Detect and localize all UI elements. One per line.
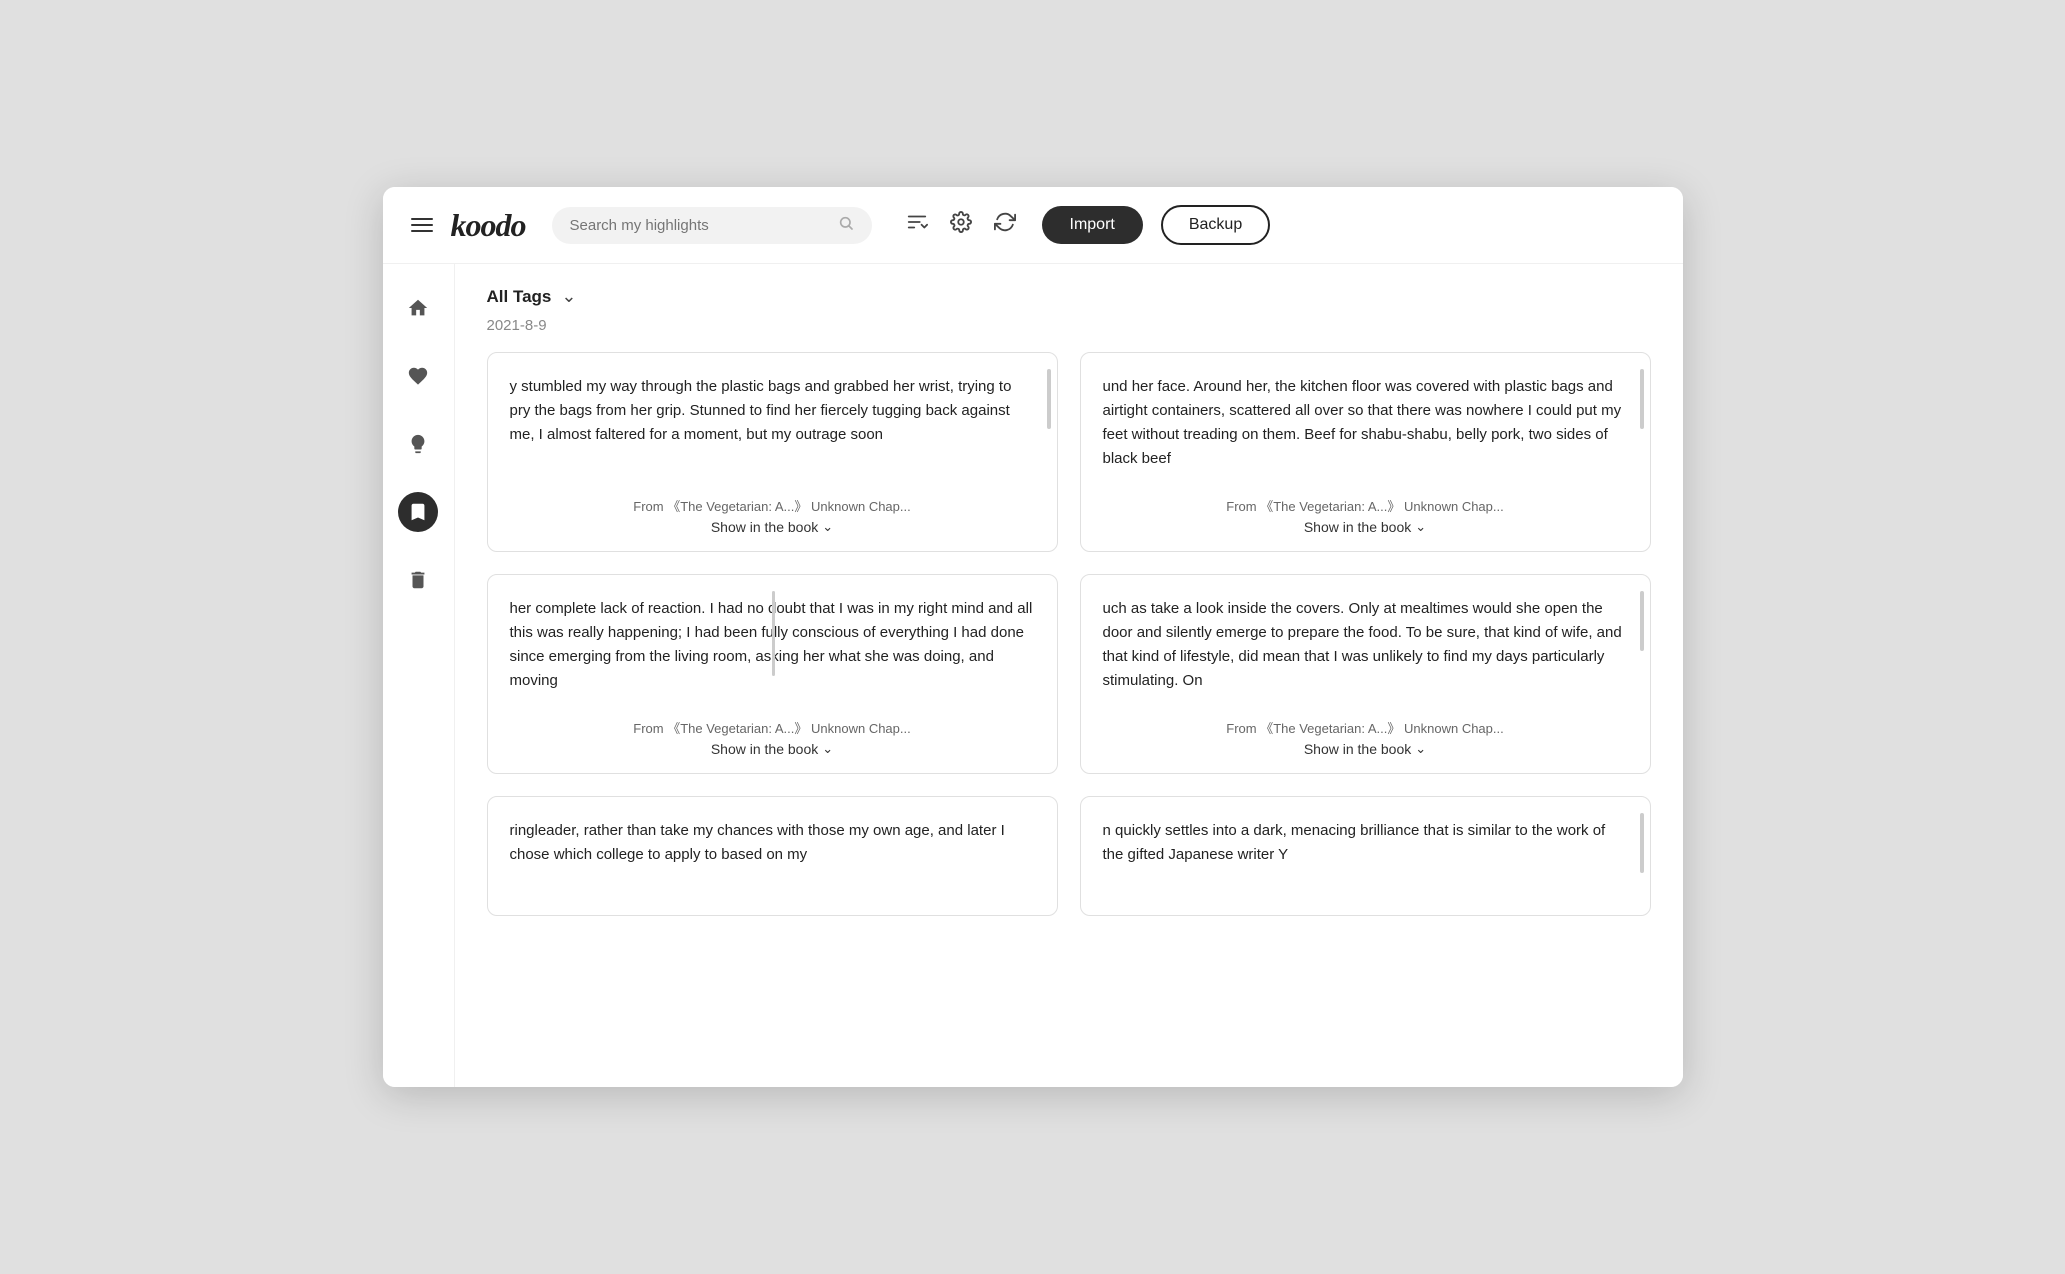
header-icons xyxy=(906,211,1016,239)
app-window: koodo xyxy=(383,187,1683,1087)
card-text-2: und her face. Around her, the kitchen fl… xyxy=(1103,375,1628,482)
card-scrollbar-1 xyxy=(1047,369,1051,429)
card-text-4: uch as take a look inside the covers. On… xyxy=(1103,597,1628,704)
card-scrollbar-6 xyxy=(1640,813,1644,873)
sidebar-item-home[interactable] xyxy=(398,288,438,328)
backup-button[interactable]: Backup xyxy=(1161,205,1270,245)
card-footer-3: From 《The Vegetarian: A...》 Unknown Chap… xyxy=(510,718,1035,757)
card-scrollbar-2 xyxy=(1640,369,1644,429)
sidebar xyxy=(383,264,455,1087)
show-chevron-4: ⌄ xyxy=(1415,741,1426,757)
card-source-2: From 《The Vegetarian: A...》 Unknown Chap… xyxy=(1103,496,1628,515)
card-scrollbar-4 xyxy=(1640,591,1644,651)
header: koodo xyxy=(383,187,1683,264)
highlight-card-4: uch as take a look inside the covers. On… xyxy=(1080,574,1651,774)
card-text-5: ringleader, rather than take my chances … xyxy=(510,819,1035,899)
content-area: All Tags ⌄ 2021-8-9 y stumbled my way th… xyxy=(455,264,1683,1087)
search-bar[interactable] xyxy=(552,207,872,244)
logo: koodo xyxy=(451,207,526,244)
menu-icon[interactable] xyxy=(411,218,433,232)
refresh-icon[interactable] xyxy=(994,211,1016,239)
show-chevron-1: ⌄ xyxy=(822,519,833,535)
highlight-card-3: her complete lack of reaction. I had no … xyxy=(487,574,1058,774)
card-text-1: y stumbled my way through the plastic ba… xyxy=(510,375,1035,482)
main-layout: All Tags ⌄ 2021-8-9 y stumbled my way th… xyxy=(383,264,1683,1087)
cards-grid: y stumbled my way through the plastic ba… xyxy=(487,352,1651,916)
sidebar-item-bookmarks[interactable] xyxy=(398,492,438,532)
card-source-1: From 《The Vegetarian: A...》 Unknown Chap… xyxy=(510,496,1035,515)
sidebar-item-ideas[interactable] xyxy=(398,424,438,464)
sort-icon[interactable] xyxy=(906,211,928,239)
tags-label: All Tags xyxy=(487,287,552,307)
show-in-book-4[interactable]: Show in the book ⌄ xyxy=(1103,741,1628,757)
card-source-3: From 《The Vegetarian: A...》 Unknown Chap… xyxy=(510,718,1035,737)
show-in-book-1[interactable]: Show in the book ⌄ xyxy=(510,519,1035,535)
tags-bar: All Tags ⌄ xyxy=(487,286,1651,307)
highlight-card-1: y stumbled my way through the plastic ba… xyxy=(487,352,1058,552)
card-footer-1: From 《The Vegetarian: A...》 Unknown Chap… xyxy=(510,496,1035,535)
card-divider-3 xyxy=(772,591,775,676)
search-icon xyxy=(838,215,854,236)
show-chevron-2: ⌄ xyxy=(1415,519,1426,535)
card-source-4: From 《The Vegetarian: A...》 Unknown Chap… xyxy=(1103,718,1628,737)
show-in-book-3[interactable]: Show in the book ⌄ xyxy=(510,741,1035,757)
card-text-6: n quickly settles into a dark, menacing … xyxy=(1103,819,1628,899)
card-footer-4: From 《The Vegetarian: A...》 Unknown Chap… xyxy=(1103,718,1628,757)
show-in-book-2[interactable]: Show in the book ⌄ xyxy=(1103,519,1628,535)
highlight-card-6: n quickly settles into a dark, menacing … xyxy=(1080,796,1651,916)
sidebar-item-favorites[interactable] xyxy=(398,356,438,396)
date-label: 2021-8-9 xyxy=(487,317,1651,334)
import-button[interactable]: Import xyxy=(1042,206,1143,244)
tags-dropdown-icon[interactable]: ⌄ xyxy=(561,286,576,307)
card-footer-2: From 《The Vegetarian: A...》 Unknown Chap… xyxy=(1103,496,1628,535)
show-chevron-3: ⌄ xyxy=(822,741,833,757)
highlight-card-5: ringleader, rather than take my chances … xyxy=(487,796,1058,916)
sidebar-item-trash[interactable] xyxy=(398,560,438,600)
highlight-card-2: und her face. Around her, the kitchen fl… xyxy=(1080,352,1651,552)
settings-icon[interactable] xyxy=(950,211,972,239)
search-input[interactable] xyxy=(570,217,830,234)
